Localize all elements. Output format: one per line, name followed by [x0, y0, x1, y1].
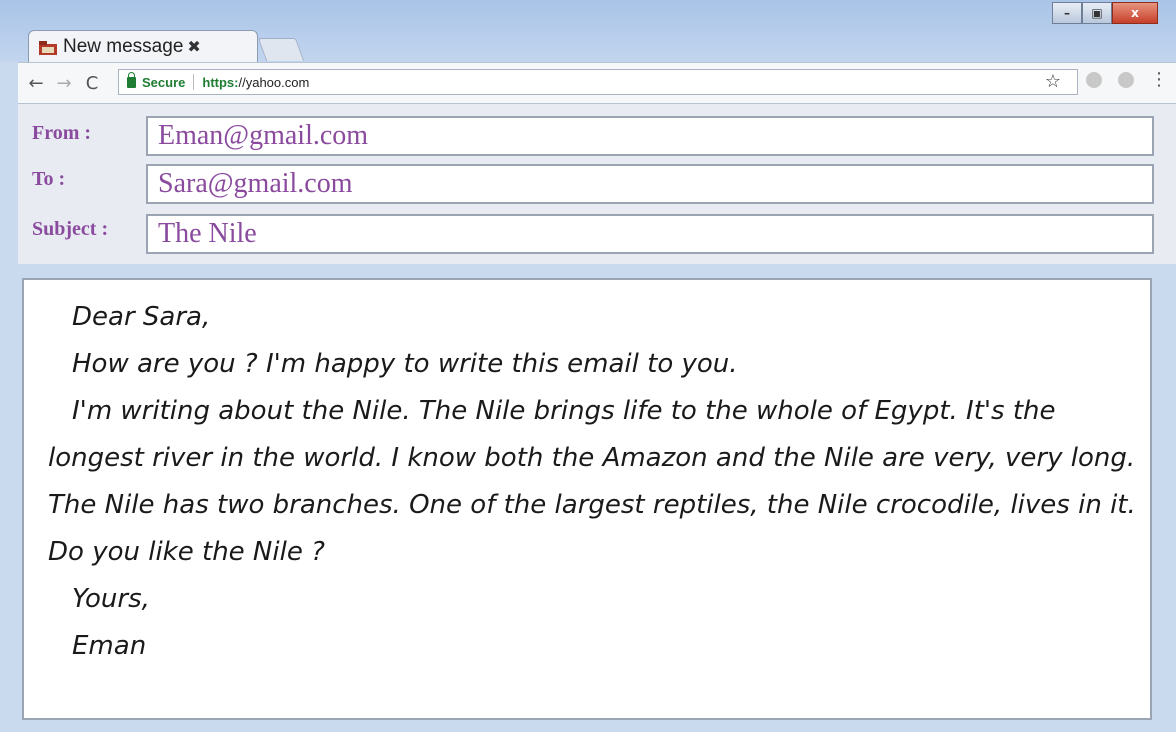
minimize-button[interactable]: – — [1052, 2, 1082, 24]
window-bottom-edge — [0, 720, 1176, 732]
body-line: How are you ? I'm happy to write this em… — [72, 349, 738, 379]
from-field[interactable] — [146, 116, 1154, 156]
to-row: To : — [18, 160, 1176, 204]
lock-icon — [127, 71, 136, 88]
tab-new-message[interactable]: New message ✖ — [28, 30, 258, 62]
title-bar: New message ✖ – ▣ x — [0, 0, 1176, 62]
to-label: To : — [32, 168, 66, 190]
browser-window: New message ✖ – ▣ x ← → C Secure https: … — [0, 0, 1176, 732]
subject-label: Subject : — [32, 218, 109, 240]
menu-icon[interactable]: ⋮ — [1150, 71, 1168, 89]
to-field[interactable] — [146, 164, 1154, 204]
close-icon[interactable]: ✖ — [187, 37, 200, 56]
body-paragraph: I'm writing about the Nile. The Nile bri… — [48, 396, 1136, 567]
maximize-button[interactable]: ▣ — [1082, 2, 1112, 24]
forward-icon[interactable]: → — [54, 73, 74, 94]
folder-icon — [39, 40, 57, 55]
back-icon[interactable]: ← — [26, 73, 46, 94]
message-text: Dear Sara, How are you ? I'm happy to wr… — [48, 294, 1138, 670]
tab-title: New message — [63, 35, 184, 57]
new-tab-button[interactable] — [257, 38, 305, 61]
reload-icon[interactable]: C — [82, 73, 102, 94]
message-body[interactable]: Dear Sara, How are you ? I'm happy to wr… — [22, 278, 1152, 720]
subject-row: Subject : — [18, 210, 1176, 254]
star-icon[interactable]: ☆ — [1045, 71, 1061, 92]
message-header: From : To : Subject : — [18, 104, 1176, 264]
address-bar[interactable]: Secure https: //yahoo.com ☆ — [118, 69, 1078, 95]
window-controls: – ▣ x — [1052, 2, 1158, 24]
greeting: Dear Sara, — [72, 302, 211, 332]
closing: Yours, — [72, 584, 150, 614]
extension-area: ⋮ — [1070, 71, 1168, 89]
url-host: //yahoo.com — [238, 74, 310, 90]
from-label: From : — [32, 122, 92, 144]
signature: Eman — [72, 631, 147, 661]
secure-label: Secure — [142, 74, 186, 90]
navigation-bar: ← → C Secure https: //yahoo.com ☆ ⋮ — [18, 62, 1176, 104]
extension-icon[interactable] — [1086, 72, 1102, 88]
extension-icon[interactable] — [1118, 72, 1134, 88]
window-close-button[interactable]: x — [1112, 2, 1158, 24]
subject-field[interactable] — [146, 214, 1154, 254]
divider — [193, 74, 195, 90]
url-scheme: https: — [202, 74, 239, 90]
from-row: From : — [18, 114, 1176, 158]
